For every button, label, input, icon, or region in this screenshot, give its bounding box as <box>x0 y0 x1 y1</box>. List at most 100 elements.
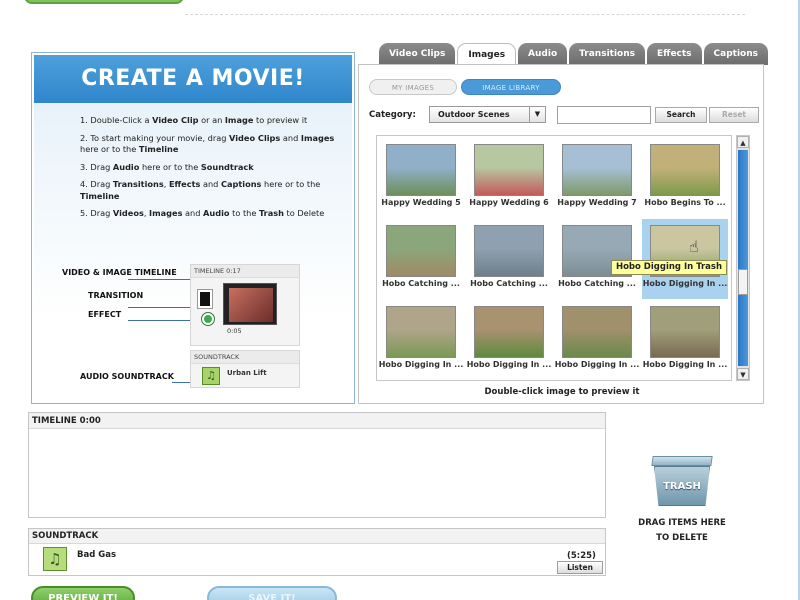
divider <box>185 14 745 15</box>
category-label: Category: <box>369 110 416 120</box>
image-thumbnail[interactable]: Hobo Digging In ... <box>554 300 640 380</box>
grid-scrollbar[interactable]: ▲ ▼ <box>736 135 750 381</box>
image-grid: Happy Wedding 5 Happy Wedding 6 Happy Wedd… <box>376 135 732 381</box>
media-browser: MY IMAGES IMAGE LIBRARY Category: Outdoo… <box>358 64 764 404</box>
track-name: Bad Gas <box>77 550 117 560</box>
search-input[interactable] <box>557 106 651 124</box>
track-duration: (5:25) <box>567 551 596 561</box>
tooltip: Hobo Digging In Trash <box>611 260 727 275</box>
search-button[interactable]: Search <box>655 107 707 123</box>
effect-icon <box>201 312 215 326</box>
mini-clip-time: 0:05 <box>227 327 242 335</box>
diagram-mini-soundtrack: SOUNDTRACK ♫ Urban Lift <box>190 350 300 388</box>
thumbnail-image <box>562 144 632 196</box>
trash-caption-line2: TO DELETE <box>656 533 708 543</box>
my-images-button[interactable]: MY IMAGES <box>369 79 457 95</box>
thumbnail-caption: Hobo Catching ... <box>470 279 548 288</box>
step-2: 2. To start making your movie, drag Vide… <box>80 132 335 155</box>
trash-lid <box>651 456 713 466</box>
timeline-header: TIMELINE 0:00 <box>29 413 605 429</box>
image-thumbnail[interactable]: Hobo Catching ... <box>554 219 640 299</box>
timeline-panel[interactable]: TIMELINE 0:00 <box>28 412 606 518</box>
listen-button[interactable]: Listen <box>557 561 603 574</box>
thumbnail-image <box>650 306 720 358</box>
image-thumbnail[interactable]: Hobo Digging In ... <box>642 300 728 380</box>
thumbnail-caption: Happy Wedding 5 <box>381 198 461 207</box>
top-button-remnant[interactable] <box>24 0 184 4</box>
save-button[interactable]: SAVE IT! <box>207 586 337 600</box>
diagram-label-transition: TRANSITION <box>88 291 144 300</box>
music-note-icon: ♫ <box>202 367 220 385</box>
trash-bin[interactable]: TRASH <box>650 456 714 508</box>
preview-button[interactable]: PREVIEW IT! <box>31 586 135 600</box>
thumbnail-image <box>386 144 456 196</box>
mini-timeline-header: TIMELINE 0:17 <box>191 265 299 278</box>
thumbnail-image <box>386 225 456 277</box>
thumbnail-caption: Happy Wedding 7 <box>557 198 637 207</box>
diagram-label-audio: AUDIO SOUNDTRACK <box>80 372 174 381</box>
soundtrack-panel[interactable]: SOUNDTRACK ♫ Bad Gas (5:25) Listen <box>28 528 606 576</box>
image-thumbnail[interactable]: Happy Wedding 6 <box>466 138 552 218</box>
diagram-label-effect: EFFECT <box>88 310 122 319</box>
image-thumbnail[interactable]: Happy Wedding 5 <box>378 138 464 218</box>
film-clip-icon <box>223 283 277 325</box>
image-thumbnail[interactable]: Hobo Digging In ... <box>378 300 464 380</box>
image-thumbnail[interactable]: Hobo Catching ... <box>466 219 552 299</box>
category-value: Outdoor Scenes <box>438 110 510 119</box>
media-tabs: Video Clips Images Audio Transitions Eff… <box>379 43 770 66</box>
diagram-mini-timeline: TIMELINE 0:17 0:05 <box>190 264 300 346</box>
category-select[interactable]: Outdoor Scenes ▼ <box>429 106 546 123</box>
trash-caption-line1: DRAG ITEMS HERE <box>638 518 726 528</box>
scroll-down-arrow-icon[interactable]: ▼ <box>737 368 749 380</box>
step-1: 1. Double-Click a Video Clip or an Image… <box>80 115 308 125</box>
step-4: 4. Drag Transitions, Effects and Caption… <box>80 179 321 201</box>
tab-effects[interactable]: Effects <box>647 43 702 65</box>
soundtrack-header: SOUNDTRACK <box>29 529 605 544</box>
scrollbar-thumb[interactable] <box>738 269 748 295</box>
tab-captions[interactable]: Captions <box>703 43 769 65</box>
thumbnail-caption: Hobo Digging In ... <box>554 360 640 369</box>
thumbnail-image <box>386 306 456 358</box>
thumbnail-caption: Hobo Catching ... <box>558 279 636 288</box>
step-3: 3. Drag Audio here or to the Soundtrack <box>80 161 254 172</box>
thumbnail-caption: Hobo Digging In ... <box>378 360 464 369</box>
library-toggle: MY IMAGES IMAGE LIBRARY <box>369 79 565 95</box>
image-thumbnail[interactable]: Hobo Begins To ... <box>642 138 728 218</box>
music-note-icon[interactable]: ♫ <box>43 547 67 571</box>
image-thumbnail[interactable]: Hobo Digging In ... <box>466 300 552 380</box>
tab-audio[interactable]: Audio <box>518 43 568 65</box>
image-library-button[interactable]: IMAGE LIBRARY <box>461 79 561 95</box>
chevron-down-icon[interactable]: ▼ <box>529 107 545 122</box>
thumbnail-caption: Hobo Catching ... <box>382 279 460 288</box>
tab-video-clips[interactable]: Video Clips <box>379 43 456 65</box>
transition-icon <box>197 289 213 309</box>
scrollbar-track[interactable] <box>738 150 748 366</box>
image-thumbnail[interactable]: Happy Wedding 7 <box>554 138 640 218</box>
thumbnail-image <box>562 306 632 358</box>
instructions-steps: 1. Double-Click a Video Clip or an Image… <box>80 115 345 226</box>
trash-label: TRASH <box>663 481 701 492</box>
trash-caption: DRAG ITEMS HERE TO DELETE <box>630 516 734 546</box>
thumbnail-caption: Hobo Digging In ... <box>642 360 728 369</box>
instructions-title: CREATE A MOVIE! <box>34 55 352 103</box>
diagram-label-timeline: VIDEO & IMAGE TIMELINE <box>62 268 177 277</box>
thumbnail-image <box>474 225 544 277</box>
tab-images[interactable]: Images <box>457 43 517 66</box>
thumbnail-image <box>474 144 544 196</box>
thumbnail-image <box>650 144 720 196</box>
image-thumbnail[interactable]: Hobo Catching ... <box>378 219 464 299</box>
mini-soundtrack-header: SOUNDTRACK <box>191 351 299 364</box>
tab-transitions[interactable]: Transitions <box>569 43 645 65</box>
thumbnail-image <box>474 306 544 358</box>
thumbnail-caption: Hobo Begins To ... <box>644 198 726 207</box>
reset-button[interactable]: Reset <box>709 107 759 123</box>
scroll-up-arrow-icon[interactable]: ▲ <box>737 136 749 148</box>
thumbnail-caption: Hobo Digging In ... <box>466 360 552 369</box>
step-5: 5. Drag Videos, Images and Audio to the … <box>80 208 325 218</box>
image-thumbnail[interactable]: Hobo Digging In ... <box>642 219 728 299</box>
mini-song-name: Urban Lift <box>227 369 267 377</box>
preview-hint: Double-click image to preview it <box>484 387 640 397</box>
thumbnail-caption: Happy Wedding 6 <box>469 198 549 207</box>
hand-cursor-icon: ☝ <box>689 237 699 256</box>
thumbnail-caption: Hobo Digging In ... <box>642 279 728 288</box>
